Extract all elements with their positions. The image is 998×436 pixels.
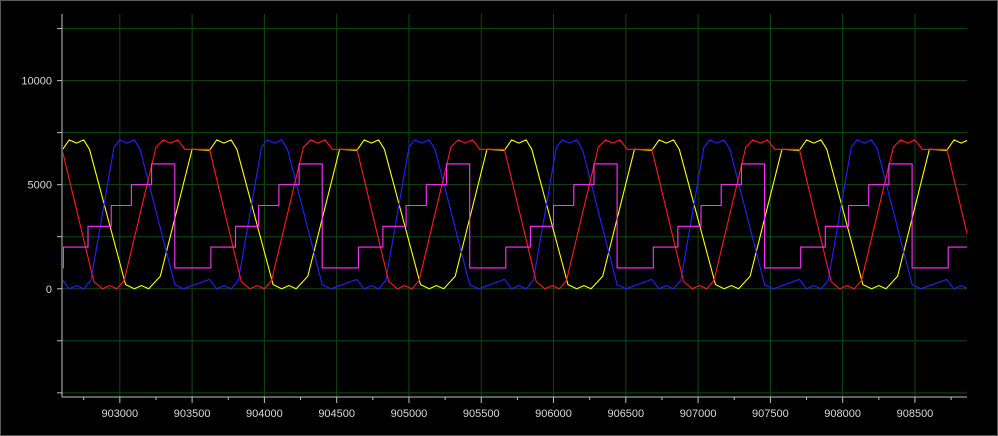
x-tick-label: 904500 [318,408,355,420]
x-tick-label: 908500 [897,408,934,420]
y-tick-label: 0 [46,284,52,296]
x-tick-label: 907500 [752,408,789,420]
series-layer [63,139,967,290]
x-tick-label: 906500 [607,408,644,420]
x-tick-label: 905000 [391,408,428,420]
axes [57,14,967,403]
x-tick-label: 903500 [174,408,211,420]
grid-lines [62,14,967,397]
x-tick-label: 903000 [101,408,138,420]
tick-labels: 903000 903500 904000 904500 905000 905500 9060… [21,76,933,420]
series-line-4 [63,163,967,269]
line-chart: 903000 903500 904000 904500 905000 905500 9060… [21,14,967,420]
x-tick-label: 907000 [680,408,717,420]
y-tick-label: 5000 [28,180,52,192]
x-tick-label: 906000 [535,408,572,420]
x-tick-label: 905500 [463,408,500,420]
x-tick-label: 908000 [824,408,861,420]
y-tick-label: 10000 [21,76,52,88]
x-tick-label: 904000 [246,408,283,420]
